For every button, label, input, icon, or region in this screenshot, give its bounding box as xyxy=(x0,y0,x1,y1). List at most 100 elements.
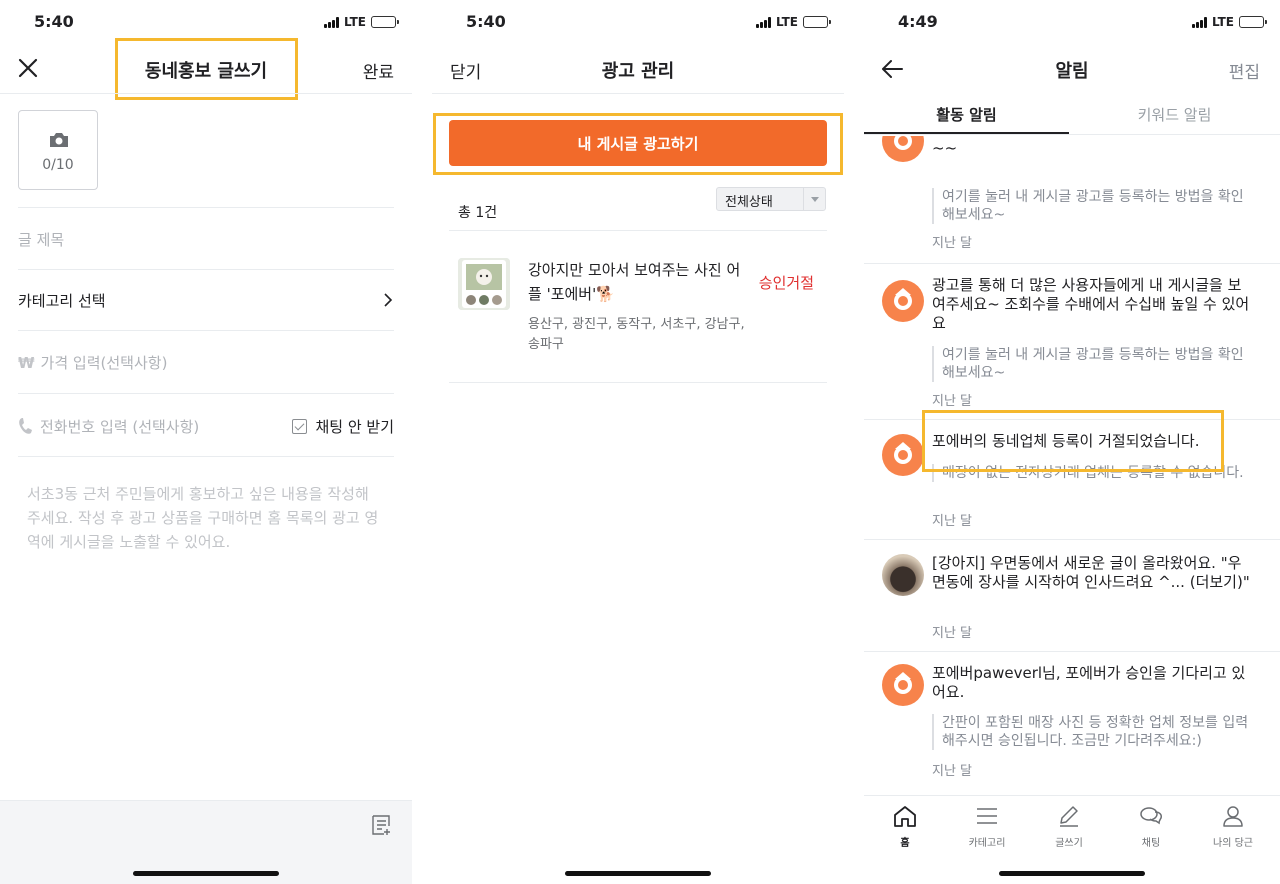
karrot-icon xyxy=(882,434,924,476)
divider xyxy=(18,207,394,208)
chevron-right-icon xyxy=(384,293,393,307)
notification-list: 해 더 많은 사용자들에게 내 게시글을 보여주세요~~ 여기를 눌러 내 게시… xyxy=(864,136,1280,794)
template-icon[interactable] xyxy=(370,813,394,837)
dropdown-arrow-icon xyxy=(803,188,825,210)
karrot-icon xyxy=(882,280,924,322)
network-label: LTE xyxy=(775,15,798,29)
notification-time: 지난 달 xyxy=(932,236,973,251)
post-compose-screen: 5:40 LTE 동네홍보 글쓰기 완료 0/10 글 제목 카테고리 선택 ₩… xyxy=(0,0,412,884)
phone-icon xyxy=(19,418,32,434)
tabbar-label: 나의 당근 xyxy=(1213,838,1253,849)
nav-bar: 동네홍보 글쓰기 완료 xyxy=(0,44,412,94)
battery-icon xyxy=(371,16,399,28)
status-filter-select[interactable]: 전체상태 xyxy=(716,187,826,211)
home-indicator xyxy=(999,871,1145,876)
tabbar-write[interactable]: 글쓰기 xyxy=(1028,804,1110,849)
signal-icon xyxy=(755,16,771,28)
no-chat-toggle[interactable]: 채팅 안 받기 xyxy=(292,416,394,437)
nav-bar: 닫기 광고 관리 xyxy=(432,44,844,94)
camera-icon xyxy=(50,133,68,147)
status-time: 4:49 xyxy=(898,12,938,31)
battery-icon xyxy=(1239,16,1267,28)
advertise-my-post-button[interactable]: 내 게시글 광고하기 xyxy=(449,120,827,166)
status-bar: 4:49 LTE xyxy=(864,12,1280,34)
body-input[interactable]: 서초3동 근처 주민들에게 홍보하고 싶은 내용을 작성해주세요. 작성 후 광… xyxy=(27,482,382,554)
status-time: 5:40 xyxy=(34,12,74,31)
filter-value: 전체상태 xyxy=(725,195,773,210)
status-bar: 5:40 LTE xyxy=(432,12,844,34)
network-label: LTE xyxy=(343,15,366,29)
phone-input[interactable]: 전화번호 입력 (선택사항) xyxy=(40,418,199,436)
page-title: 알림 xyxy=(1055,61,1089,82)
notifications-screen: 4:49 LTE 알림 편집 활동 알림 키워드 알림 해 더 많은 사용자들에… xyxy=(864,0,1280,884)
tab-keyword[interactable]: 키워드 알림 xyxy=(1069,96,1280,134)
page-title: 동네홍보 글쓰기 xyxy=(144,61,268,82)
signal-icon xyxy=(1191,16,1207,28)
divider xyxy=(18,330,394,331)
ad-thumbnail xyxy=(458,258,510,310)
tabbar-category[interactable]: 카테고리 xyxy=(946,804,1028,849)
category-label: 카테고리 선택 xyxy=(18,292,106,310)
divider xyxy=(0,93,412,94)
edit-button[interactable]: 편집 xyxy=(1229,58,1260,83)
notification-time: 지난 달 xyxy=(932,514,973,529)
divider xyxy=(18,456,394,457)
home-indicator xyxy=(133,871,279,876)
price-placeholder: 가격 입력(선택사항) xyxy=(40,354,168,372)
bottom-area xyxy=(432,860,844,884)
pencil-icon xyxy=(1060,806,1078,827)
divider xyxy=(864,134,1280,135)
divider xyxy=(18,393,394,394)
title-input[interactable]: 글 제목 xyxy=(18,229,394,250)
divider xyxy=(449,382,827,383)
home-indicator xyxy=(565,871,711,876)
photo-count: 0/10 xyxy=(42,157,74,173)
notification-message: 광고를 통해 더 많은 사용자들에게 내 게시글을 보여주세요~ 조회수를 수배… xyxy=(932,276,1250,332)
notification-quote: 여기를 눌러 내 게시글 광고를 등록하는 방법을 확인해보세요~ xyxy=(932,188,1250,224)
notification-message: 포에버의 동네업체 등록이 거절되었습니다. xyxy=(932,432,1200,450)
tabbar-my-karrot[interactable]: 나의 당근 xyxy=(1192,804,1274,849)
notification-item[interactable]: 포에버paweverl님, 포에버가 승인을 기다리고 있어요. 간판이 포함된… xyxy=(864,652,1280,794)
karrot-icon xyxy=(882,136,924,162)
ad-status-badge: 승인거절 xyxy=(758,274,814,292)
notification-message: 포에버paweverl님, 포에버가 승인을 기다리고 있어요. xyxy=(932,664,1246,701)
notification-message: 해 더 많은 사용자들에게 내 게시글을 보여주세요~~ xyxy=(932,136,1237,157)
home-icon xyxy=(894,806,916,827)
menu-icon xyxy=(977,808,997,824)
notification-item[interactable]: 해 더 많은 사용자들에게 내 게시글을 보여주세요~~ 여기를 눌러 내 게시… xyxy=(864,136,1280,264)
app-screenshot-image xyxy=(458,258,510,310)
notification-item[interactable]: [강아지] 우면동에서 새로운 글이 올라왔어요. "우면동에 장사를 시작하여… xyxy=(864,540,1280,652)
notification-item[interactable]: 광고를 통해 더 많은 사용자들에게 내 게시글을 보여주세요~ 조회수를 수배… xyxy=(864,264,1280,420)
won-icon: ₩ xyxy=(18,354,35,372)
notification-time: 지난 달 xyxy=(932,764,973,779)
status-time: 5:40 xyxy=(466,12,506,31)
notification-message: [강아지] 우면동에서 새로운 글이 올라왔어요. "우면동에 장사를 시작하여… xyxy=(932,554,1250,591)
network-label: LTE xyxy=(1211,15,1234,29)
tabbar-chat[interactable]: 채팅 xyxy=(1110,804,1192,849)
page-title: 광고 관리 xyxy=(601,61,675,82)
notification-time: 지난 달 xyxy=(932,394,973,409)
add-photo-button[interactable]: 0/10 xyxy=(18,110,98,190)
battery-icon xyxy=(803,16,831,28)
tabbar-label: 홈 xyxy=(900,838,910,849)
divider xyxy=(449,230,827,231)
category-select[interactable]: 카테고리 선택 xyxy=(18,290,394,311)
tabbar-home[interactable]: 홈 xyxy=(864,804,946,849)
signal-icon xyxy=(323,16,339,28)
notification-quote: 여기를 눌러 내 게시글 광고를 등록하는 방법을 확인해보세요~ xyxy=(932,346,1250,382)
notification-time: 지난 달 xyxy=(932,626,973,641)
divider xyxy=(18,269,394,270)
notification-quote: 간판이 포함된 매장 사진 등 정확한 업체 정보를 입력해주시면 승인됩니다.… xyxy=(932,714,1250,750)
checkbox-icon[interactable] xyxy=(292,419,308,434)
tabbar-label: 글쓰기 xyxy=(1055,838,1083,849)
notification-item[interactable]: 포에버의 동네업체 등록이 거절되었습니다. 매장이 없는 전자상거래 업체는 … xyxy=(864,420,1280,540)
chat-icon xyxy=(1140,807,1162,825)
person-icon xyxy=(1223,806,1243,827)
done-button[interactable]: 완료 xyxy=(363,58,394,83)
price-input[interactable]: ₩ 가격 입력(선택사항) xyxy=(18,352,394,373)
phone-row: 전화번호 입력 (선택사항) 채팅 안 받기 xyxy=(18,416,394,437)
tabbar-label: 채팅 xyxy=(1141,838,1161,849)
ad-management-screen: 5:40 LTE 닫기 광고 관리 내 게시글 광고하기 총 1건 전체상태 강… xyxy=(432,0,844,884)
tab-activity[interactable]: 활동 알림 xyxy=(864,96,1069,134)
total-count: 총 1건 xyxy=(458,205,498,221)
